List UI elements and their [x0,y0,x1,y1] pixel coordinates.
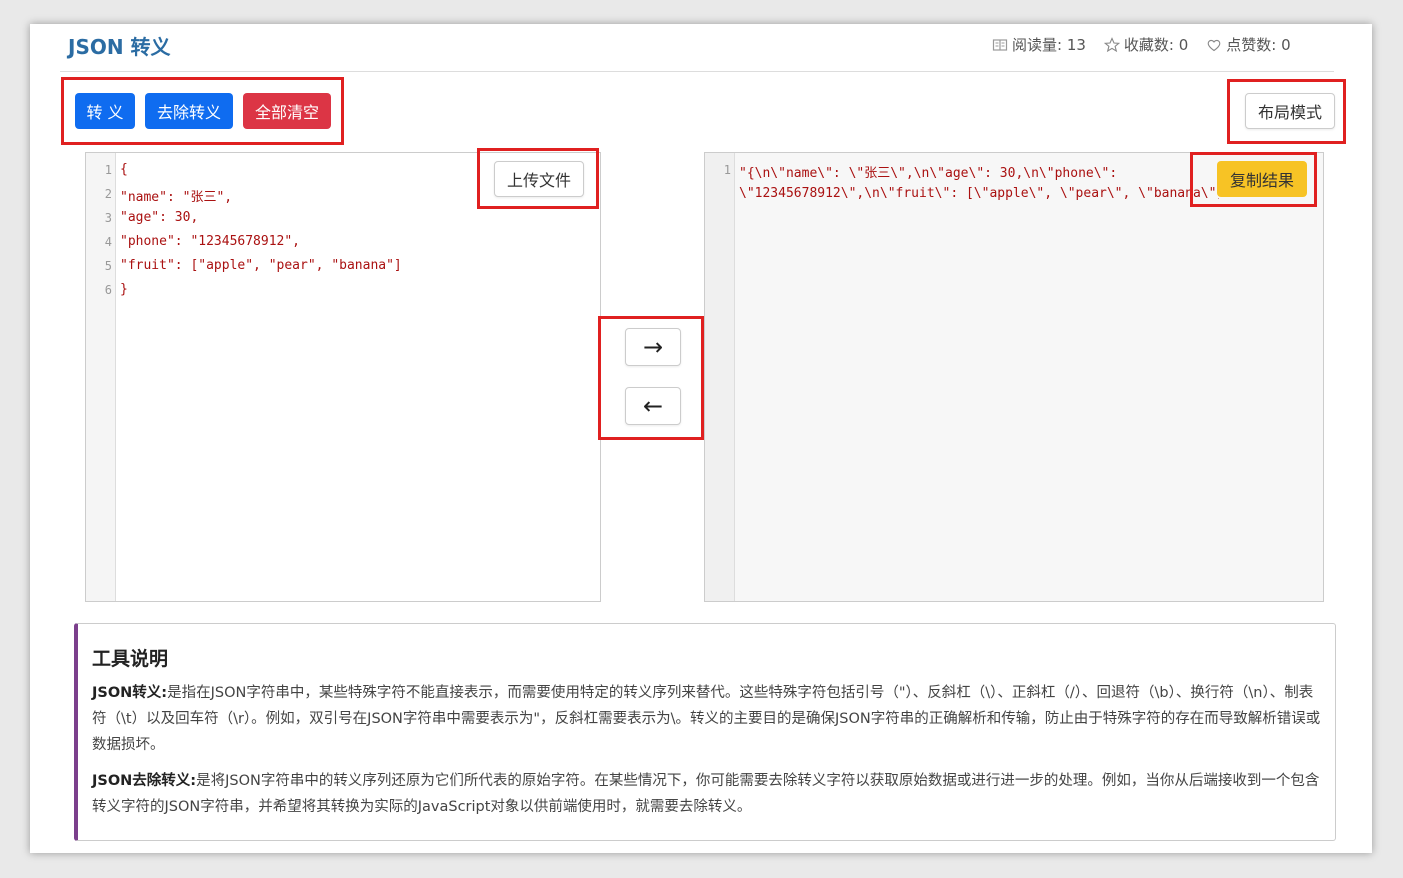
reads-stat: 阅读量: 13 [992,34,1086,55]
favorites-stat[interactable]: 收藏数: 0 [1103,34,1189,55]
book-icon [992,38,1008,51]
input-line-number: 6 [104,283,112,297]
escape-term: JSON转义: [92,685,168,701]
clear-all-button[interactable]: 全部清空 [243,93,331,129]
output-gutter [705,153,735,601]
escape-paragraph: JSON转义:是指在JSON字符串中，某些特殊字符不能直接表示，而需要使用特定的… [92,680,1324,758]
favorites-label: 收藏数: 0 [1123,36,1189,54]
input-code-line: "fruit": ["apple", "pear", "banana"] [120,258,402,273]
input-line-number: 1 [104,163,112,177]
output-line-number: 1 [723,163,731,177]
tool-description: 工具说明 JSON转义:是指在JSON字符串中，某些特殊字符不能直接表示，而需要… [74,623,1336,841]
escape-button[interactable]: 转 义 [75,93,135,129]
input-code-line: } [120,282,128,297]
input-line-number: 5 [104,259,112,273]
reads-label: 阅读量: 13 [1012,36,1086,54]
convert-left-button[interactable]: ← [625,387,681,425]
unescape-paragraph: JSON去除转义:是将JSON字符串中的转义序列还原为它们所代表的原始字符。在某… [92,768,1324,820]
star-icon [1103,36,1120,52]
stats-bar: 阅读量: 13 收藏数: 0 点赞数: 0 [992,34,1291,55]
heart-icon [1207,39,1221,51]
header-divider [60,71,1334,72]
input-code-line: "age": 30, [120,210,199,225]
page-frame: JSON 转义 阅读量: 13 收藏数: 0 点赞数: 0 转 义 去除转义 全… [30,24,1372,853]
input-line-number: 3 [104,211,112,225]
output-editor[interactable]: 1 "{\n\"name\": \"张三\",\n\"age\": 30,\n\… [704,152,1324,602]
upload-file-button[interactable]: 上传文件 [494,161,584,197]
unescape-text: 是将JSON字符串中的转义序列还原为它们所代表的原始字符。在某些情况下，你可能需… [92,773,1320,815]
layout-mode-button[interactable]: 布局模式 [1245,93,1335,129]
input-code-line: "name": "张三", [120,190,233,205]
output-line-1: "{\n\"name\": \"张三\",\n\"age\": 30,\n\"p… [739,166,1118,181]
copy-result-highlight [1190,152,1317,207]
convert-right-button[interactable]: → [625,328,681,366]
escape-text: 是指在JSON字符串中，某些特殊字符不能直接表示，而需要使用特定的转义序列来替代… [92,685,1321,753]
likes-label: 点赞数: 0 [1226,36,1291,54]
input-line-number: 2 [104,187,112,201]
description-title: 工具说明 [92,648,169,670]
likes-stat[interactable]: 点赞数: 0 [1206,34,1291,55]
input-code-line: "phone": "12345678912", [120,234,301,249]
unescape-term: JSON去除转义: [92,773,197,789]
arrow-right-icon: → [642,333,664,361]
arrow-left-icon: ← [642,392,664,420]
input-editor[interactable]: 1 {2 "name": "张三", 3 "age": 30, 4 "phone": "12… [85,152,601,602]
output-line-2: \"12345678912\",\n\"fruit\": [\"apple\",… [739,186,1219,201]
page-title: JSON 转义 [68,35,171,59]
input-code-line: { [120,162,128,177]
unescape-button[interactable]: 去除转义 [145,93,233,129]
input-line-number: 4 [104,235,112,249]
